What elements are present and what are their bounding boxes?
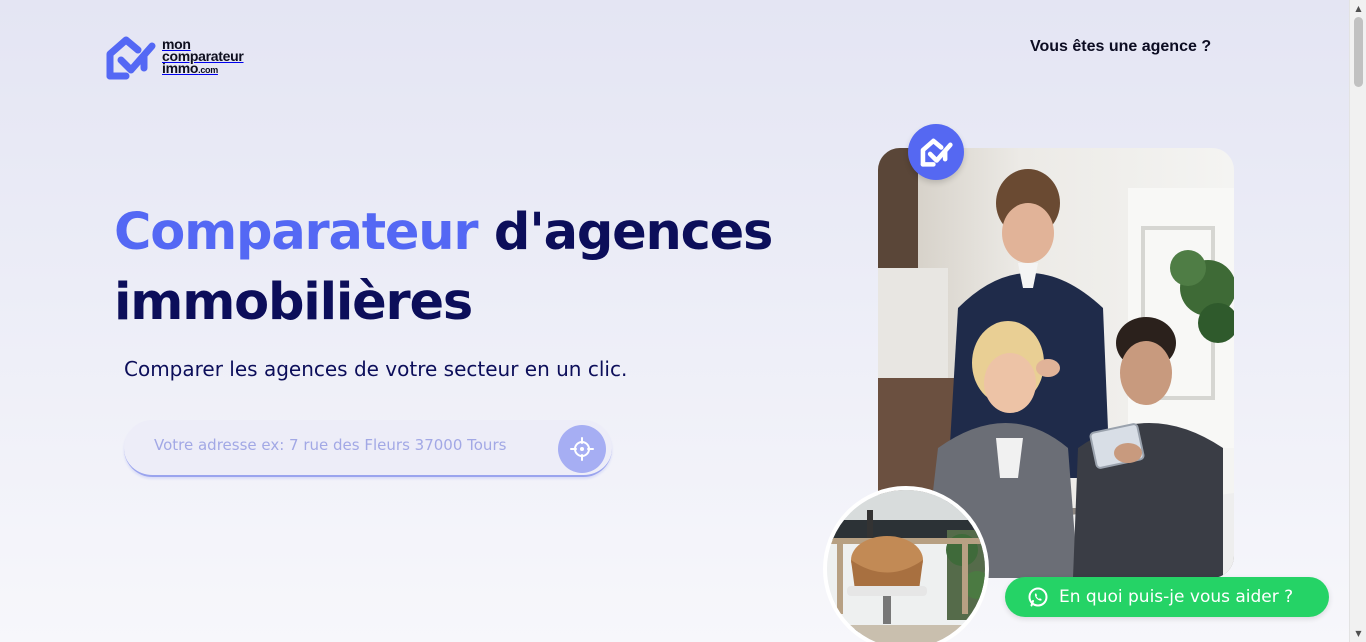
address-search-input[interactable] (154, 432, 544, 458)
scroll-down-icon[interactable]: ▼ (1350, 625, 1366, 642)
office-chair-photo (823, 486, 989, 642)
agency-link[interactable]: Vous êtes une agence ? (1030, 38, 1211, 56)
scroll-up-icon[interactable]: ▲ (1350, 0, 1366, 17)
address-search-bar (124, 420, 612, 477)
office-interior-illustration (827, 490, 985, 642)
logo-wordmark: mon comparateur immo.com (162, 37, 244, 76)
title-accent: Comparateur (114, 203, 479, 262)
title-part-1: d'agences (477, 203, 774, 262)
whatsapp-chat-button[interactable]: En quoi puis-je vous aider ? (1005, 577, 1329, 617)
hero-subtitle: Comparer les agences de votre secteur en… (124, 357, 628, 381)
logo-domain: .com (198, 65, 218, 75)
page-title: Comparateur d'agences immobilières (114, 198, 774, 338)
logo-line-3: immo.com (162, 60, 244, 76)
whatsapp-icon (1028, 587, 1048, 607)
chat-label: En quoi puis-je vous aider ? (1059, 587, 1294, 607)
title-part-2: immobilières (114, 273, 473, 332)
logo-line-3-main: immo (162, 60, 199, 76)
vertical-scrollbar[interactable]: ▲ ▼ (1349, 0, 1366, 642)
crosshair-icon (570, 437, 594, 461)
page: mon comparateur immo.com Vous êtes une a… (0, 0, 1349, 642)
locate-button[interactable] (558, 425, 606, 473)
house-check-icon (920, 138, 953, 167)
house-check-badge (908, 124, 964, 180)
site-logo[interactable]: mon comparateur immo.com (104, 34, 244, 80)
scrollbar-thumb[interactable] (1354, 17, 1363, 87)
house-check-icon (106, 36, 156, 80)
